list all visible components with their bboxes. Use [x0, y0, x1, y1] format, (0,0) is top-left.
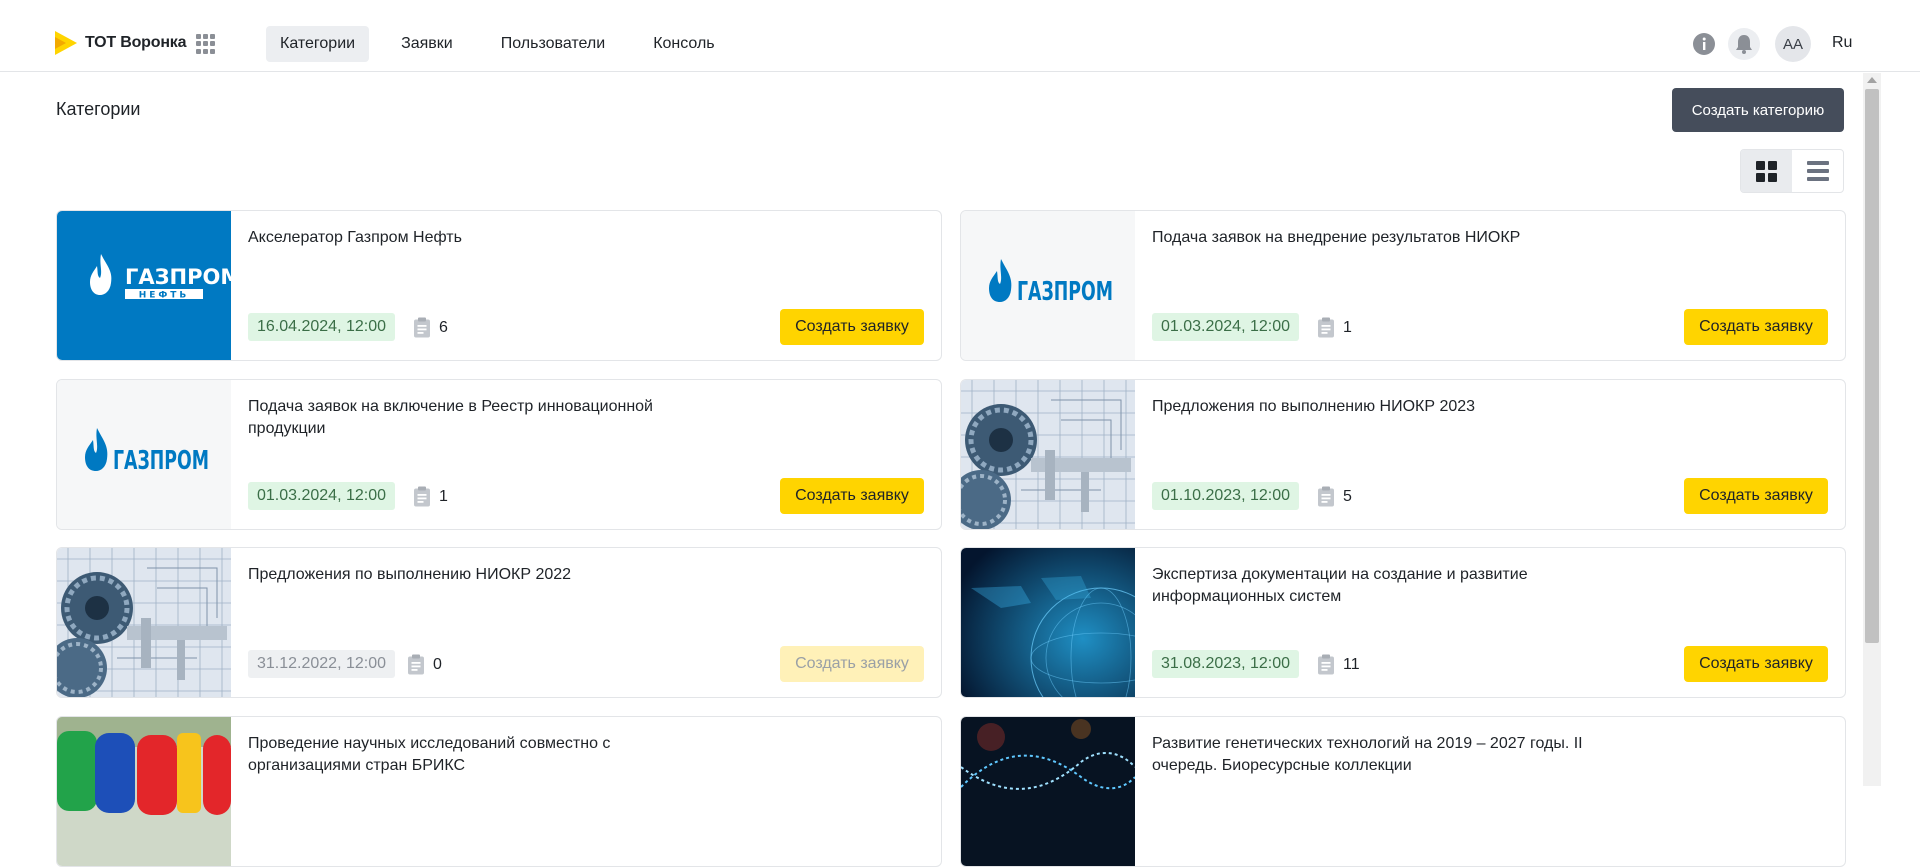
deadline-badge: 01.10.2023, 12:00: [1152, 482, 1300, 510]
category-image-gazprom-neft: ГАЗПРОМ НЕФТЬ: [57, 211, 231, 360]
category-title[interactable]: Подача заявок на включение в Реестр инно…: [248, 396, 708, 440]
page-title: Категории: [56, 99, 141, 119]
view-toggle: [1740, 149, 1844, 193]
language-switch[interactable]: Ru: [1832, 34, 1852, 52]
create-application-button[interactable]: Создать заявку: [780, 309, 924, 345]
category-title[interactable]: Развитие генетических технологий на 2019…: [1152, 733, 1612, 777]
deadline-badge: 31.08.2023, 12:00: [1152, 650, 1300, 678]
category-title[interactable]: Подача заявок на внедрение результатов Н…: [1152, 227, 1612, 249]
grid-view-button[interactable]: [1741, 150, 1792, 192]
deadline-badge: 01.03.2024, 12:00: [248, 482, 396, 510]
category-title[interactable]: Предложения по выполнению НИОКР 2022: [248, 564, 708, 586]
svg-text:ГАЗПРОМ: ГАЗПРОМ: [113, 446, 209, 476]
category-title[interactable]: Экспертиза документации на создание и ра…: [1152, 564, 1612, 608]
category-image-gears-blueprint: [961, 380, 1135, 529]
gazprom-neft-logo-icon: ГАЗПРОМ НЕФТЬ: [90, 254, 231, 301]
list-view-button[interactable]: [1792, 150, 1843, 192]
svg-text:НЕФТЬ: НЕФТЬ: [139, 291, 190, 301]
applications-count-value: 1: [439, 487, 448, 505]
svg-text:ГАЗПРОМ: ГАЗПРОМ: [1017, 277, 1113, 307]
applications-count-value: 6: [439, 318, 448, 336]
create-application-button[interactable]: Создать заявку: [1684, 646, 1828, 682]
category-card[interactable]: Проведение научных исследований совместн…: [56, 716, 942, 867]
notifications-button[interactable]: [1728, 28, 1760, 60]
clipboard-icon: [1317, 486, 1335, 507]
category-card[interactable]: Предложения по выполнению НИОКР 2022 31.…: [56, 547, 942, 698]
category-card[interactable]: ГАЗПРОМ Подача заявок на внедрение резул…: [960, 210, 1846, 361]
category-title[interactable]: Проведение научных исследований совместн…: [248, 733, 708, 777]
create-application-button[interactable]: Создать заявку: [780, 478, 924, 514]
dna-helix-image: [961, 719, 1135, 790]
scroll-thumb[interactable]: [1865, 89, 1879, 643]
nav-categories[interactable]: Категории: [266, 26, 370, 62]
category-image-gazprom: ГАЗПРОМ: [961, 211, 1135, 360]
applications-count: 1: [413, 486, 448, 507]
category-image-gears-blueprint: [57, 548, 231, 697]
clipboard-icon: [1317, 317, 1335, 338]
top-header: ТОТ Воронка Категории Заявки Пользовател…: [0, 0, 1920, 72]
digital-globe-image: [961, 548, 1135, 697]
gears-blueprint-image: [961, 380, 1135, 529]
grid-view-icon: [1756, 160, 1777, 182]
applications-count: 0: [407, 654, 442, 675]
svg-text:ГАЗПРОМ: ГАЗПРОМ: [125, 265, 231, 289]
create-application-button[interactable]: Создать заявку: [1684, 478, 1828, 514]
info-button[interactable]: [1688, 28, 1720, 60]
deadline-badge: 01.03.2024, 12:00: [1152, 313, 1300, 341]
applications-count: 5: [1317, 486, 1352, 507]
page-scrollbar[interactable]: [1863, 73, 1881, 786]
create-application-button[interactable]: Создать заявку: [1684, 309, 1828, 345]
logo-mark-icon: [55, 31, 77, 55]
applications-count-value: 0: [433, 655, 442, 673]
nav-users[interactable]: Пользователи: [487, 26, 619, 62]
category-image-digital-globe: [961, 548, 1135, 697]
applications-count-value: 5: [1343, 487, 1352, 505]
applications-count: 11: [1317, 654, 1360, 675]
category-card[interactable]: ГАЗПРОМ НЕФТЬ Акселератор Газпром Нефть …: [56, 210, 942, 361]
category-title[interactable]: Предложения по выполнению НИОКР 2023: [1152, 396, 1612, 418]
category-card[interactable]: ГАЗПРОМ Подача заявок на включение в Рее…: [56, 379, 942, 530]
applications-count-value: 1: [1343, 318, 1352, 336]
category-image-dna-helix: [961, 717, 1135, 866]
nav-console[interactable]: Консоль: [639, 26, 728, 62]
nav-applications[interactable]: Заявки: [387, 26, 467, 62]
category-image-gazprom: ГАЗПРОМ: [57, 380, 231, 529]
user-avatar[interactable]: АА: [1775, 26, 1811, 62]
main-nav: Категории Заявки Пользователи Консоль: [266, 26, 729, 62]
app-logo-text: ТОТ Воронка: [85, 34, 187, 51]
scroll-up-arrow-icon[interactable]: [1867, 77, 1877, 83]
brics-letters-image: [57, 717, 231, 815]
app-logo[interactable]: ТОТ Воронка: [55, 31, 186, 55]
list-view-icon: [1806, 161, 1829, 181]
category-card[interactable]: Развитие генетических технологий на 2019…: [960, 716, 1846, 867]
category-image-brics-letters: [57, 717, 231, 866]
clipboard-icon: [413, 486, 431, 507]
apps-grid-icon[interactable]: [196, 34, 216, 54]
gears-blueprint-image: [57, 548, 231, 697]
bell-icon: [1736, 35, 1752, 54]
category-card[interactable]: Экспертиза документации на создание и ра…: [960, 547, 1846, 698]
applications-count-value: 11: [1343, 655, 1360, 673]
deadline-badge: 31.12.2022, 12:00: [248, 650, 396, 678]
info-icon: [1693, 33, 1715, 55]
category-title[interactable]: Акселератор Газпром Нефть: [248, 227, 708, 249]
deadline-badge: 16.04.2024, 12:00: [248, 313, 396, 341]
applications-count: 1: [1317, 317, 1352, 338]
gazprom-logo-icon: ГАЗПРОМ: [989, 259, 1113, 307]
category-card[interactable]: Предложения по выполнению НИОКР 2023 01.…: [960, 379, 1846, 530]
create-category-button[interactable]: Создать категорию: [1672, 88, 1844, 132]
clipboard-icon: [407, 654, 425, 675]
create-application-button-disabled: Создать заявку: [780, 646, 924, 682]
clipboard-icon: [1317, 654, 1335, 675]
clipboard-icon: [413, 317, 431, 338]
gazprom-logo-icon: ГАЗПРОМ: [85, 428, 209, 476]
applications-count: 6: [413, 317, 448, 338]
